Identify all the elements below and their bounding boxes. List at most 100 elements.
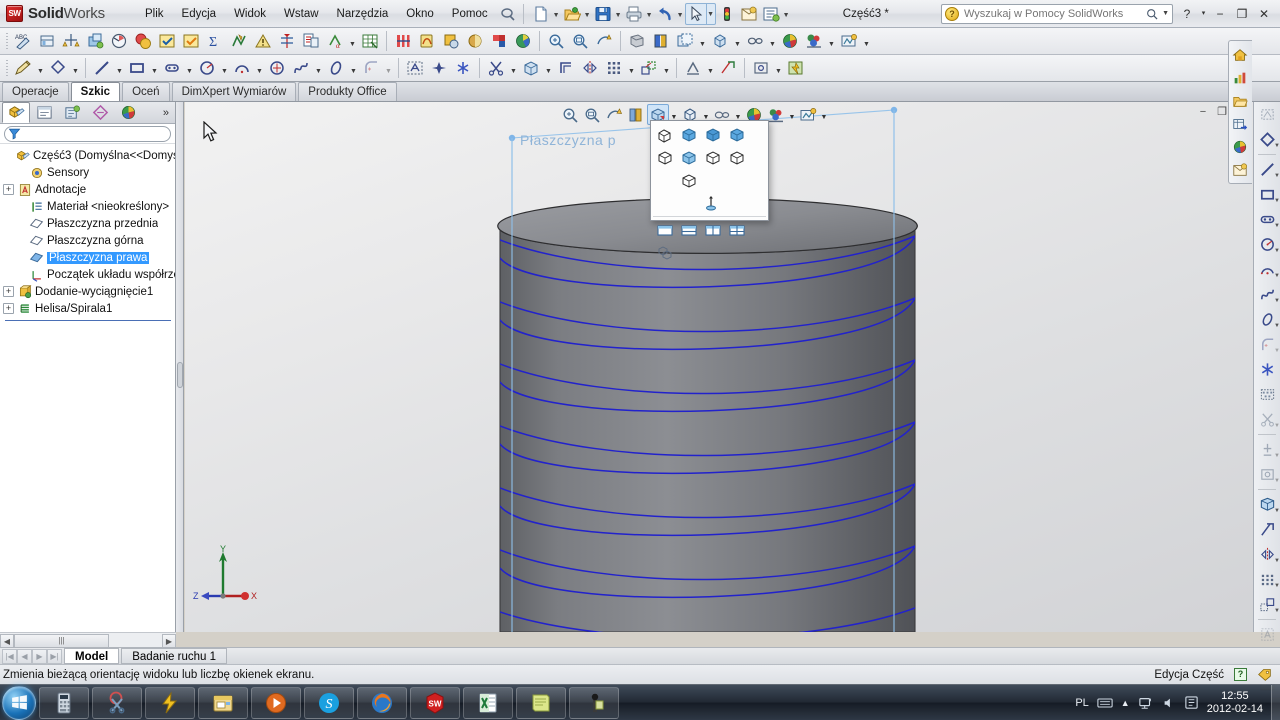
move-entities-dropdown[interactable]: ▼ — [1274, 608, 1280, 614]
help-dropdown[interactable]: ▾ — [1199, 4, 1208, 24]
ellipse-dropdown[interactable]: ▼ — [348, 57, 359, 80]
zebra-stripes-icon[interactable] — [391, 30, 415, 53]
equations-icon[interactable]: Σ — [203, 30, 227, 53]
trim-entities-icon[interactable]: ▼ — [1254, 407, 1280, 432]
construction-geometry-icon[interactable] — [1254, 382, 1280, 407]
measure-icon[interactable] — [59, 30, 83, 53]
fillet-icon[interactable] — [359, 57, 383, 80]
trim-entities-dropdown[interactable]: ▼ — [508, 57, 519, 80]
sketch-toolbar-grip[interactable] — [4, 58, 11, 78]
tree-expander[interactable] — [17, 269, 28, 280]
smart-dimension-icon[interactable] — [46, 57, 70, 80]
slot-dropdown[interactable]: ▼ — [184, 57, 195, 80]
linear-pattern-dropdown[interactable]: ▼ — [626, 57, 637, 80]
bottom-view-icon[interactable] — [701, 146, 725, 169]
options-dropdown[interactable]: ▼ — [782, 3, 791, 25]
view-orientation-flyout[interactable] — [650, 120, 769, 260]
compare-documents-icon[interactable] — [299, 30, 323, 53]
slot-dropdown[interactable]: ▼ — [1274, 223, 1280, 229]
smart-dimension-icon[interactable]: ▼ — [1254, 127, 1280, 152]
feature-tree-filter-input[interactable] — [4, 125, 171, 142]
line-icon[interactable]: ▼ — [1254, 157, 1280, 182]
left-view-icon[interactable] — [725, 123, 749, 146]
arc-icon[interactable] — [230, 57, 254, 80]
hidden-lines-tb-icon[interactable] — [673, 30, 697, 53]
view-settings-dropdown[interactable]: ▼ — [819, 104, 829, 125]
feature-tree-hscrollbar[interactable]: ◀ ||| ▶ — [0, 632, 176, 648]
print-icon[interactable] — [623, 3, 645, 25]
curvature-icon[interactable] — [415, 30, 439, 53]
display-relations-dropdown[interactable]: ▼ — [705, 57, 716, 80]
view-settings-tb-dropdown[interactable]: ▼ — [861, 30, 872, 53]
two-view-vertical-icon[interactable] — [701, 218, 725, 241]
viewport-minimize-button[interactable]: − — [1195, 104, 1211, 120]
feature-manager-expand-chevron[interactable]: » — [163, 107, 175, 119]
fillet-dropdown[interactable]: ▼ — [1274, 348, 1280, 354]
design-table-icon[interactable] — [358, 30, 382, 53]
spline-icon[interactable] — [289, 57, 313, 80]
four-view-icon[interactable] — [725, 218, 749, 241]
view-orientation-tb-icon[interactable] — [708, 30, 732, 53]
volume-icon[interactable] — [1162, 696, 1176, 710]
tree-item-part[interactable]: Część3 (Domyślna<<Domyśln — [3, 147, 175, 164]
move-entities-icon[interactable]: ▼ — [1254, 592, 1280, 617]
display-delete-relations-icon[interactable]: ▼ — [1254, 462, 1280, 487]
doc-tab-motion-study[interactable]: Badanie ruchu 1 — [121, 648, 227, 664]
tree-item-adnotacje[interactable]: + Adnotacje — [3, 181, 175, 198]
appearance-tb-icon[interactable] — [778, 30, 802, 53]
sketch-icon[interactable] — [11, 57, 35, 80]
tree-expander[interactable] — [3, 150, 14, 161]
menu-item-pomoc[interactable]: Pomoc — [443, 4, 497, 24]
convert-entities-icon[interactable]: ▼ — [1254, 492, 1280, 517]
apply-scene-tb-icon[interactable] — [802, 30, 826, 53]
tag-icon[interactable] — [1257, 667, 1272, 682]
trim-entities-icon[interactable] — [484, 57, 508, 80]
save-dropdown[interactable]: ▼ — [614, 3, 623, 25]
nav-first[interactable]: |◀ — [2, 648, 17, 664]
point-sketch-icon[interactable] — [427, 57, 451, 80]
help-search-input[interactable] — [964, 7, 1146, 20]
tree-expander[interactable] — [17, 201, 28, 212]
appearances-pane-icon[interactable] — [1229, 135, 1251, 158]
fillet-icon[interactable]: ▼ — [1254, 332, 1280, 357]
arc-dropdown[interactable]: ▼ — [254, 57, 265, 80]
instant3d-icon[interactable] — [784, 57, 808, 80]
spell-checker-icon[interactable]: ABC — [11, 30, 35, 53]
save-icon[interactable] — [592, 3, 614, 25]
tab-dimxpert-wymiarow[interactable]: DimXpert Wymiarów — [171, 82, 297, 101]
tree-expander[interactable]: + — [3, 184, 14, 195]
link-views-icon[interactable] — [653, 241, 677, 264]
excel-taskbar-icon[interactable] — [463, 686, 513, 719]
view-settings-icon[interactable] — [797, 104, 819, 125]
mirror-entities-icon[interactable] — [578, 57, 602, 80]
isometric-view-icon[interactable] — [725, 146, 749, 169]
right-view-icon[interactable] — [653, 146, 677, 169]
tab-operacje[interactable]: Operacje — [2, 82, 69, 101]
hscroll-right-arrow[interactable]: ▶ — [162, 633, 176, 648]
tab-ocen[interactable]: Oceń — [122, 82, 170, 101]
hscroll-thumb[interactable]: ||| — [14, 633, 109, 648]
line-dropdown[interactable]: ▼ — [114, 57, 125, 80]
circle-dropdown[interactable]: ▼ — [219, 57, 230, 80]
asterisk-point-icon[interactable] — [451, 57, 475, 80]
trimetric-view-icon[interactable] — [677, 169, 701, 192]
convert-entities-icon[interactable] — [519, 57, 543, 80]
tree-item-origin[interactable]: Początek układu współrzędn — [3, 266, 175, 283]
solidworks-taskbar-icon[interactable]: SW — [410, 686, 460, 719]
linear-pattern-dropdown[interactable]: ▼ — [1274, 583, 1280, 589]
tree-item-sensory[interactable]: Sensory — [3, 164, 175, 181]
snipping-tool-taskbar-icon[interactable] — [92, 686, 142, 719]
file-properties-icon[interactable] — [738, 3, 760, 25]
view-orientation-tb-dropdown[interactable]: ▼ — [732, 30, 743, 53]
tree-rollback-bar[interactable] — [5, 320, 171, 321]
undo-icon[interactable] — [654, 3, 676, 25]
nav-prev[interactable]: ◀ — [17, 648, 32, 664]
tree-item-plane-front[interactable]: Płaszczyzna przednia — [3, 215, 175, 232]
move-entities-dropdown[interactable]: ▼ — [661, 57, 672, 80]
front-view-icon[interactable] — [677, 123, 701, 146]
tree-item-material[interactable]: Materiał <nieokreślony> — [3, 198, 175, 215]
media-player-taskbar-icon[interactable] — [251, 686, 301, 719]
zoom-to-area-icon[interactable] — [581, 104, 603, 125]
spline-icon[interactable]: ▼ — [1254, 282, 1280, 307]
circle-icon[interactable]: ▼ — [1254, 232, 1280, 257]
